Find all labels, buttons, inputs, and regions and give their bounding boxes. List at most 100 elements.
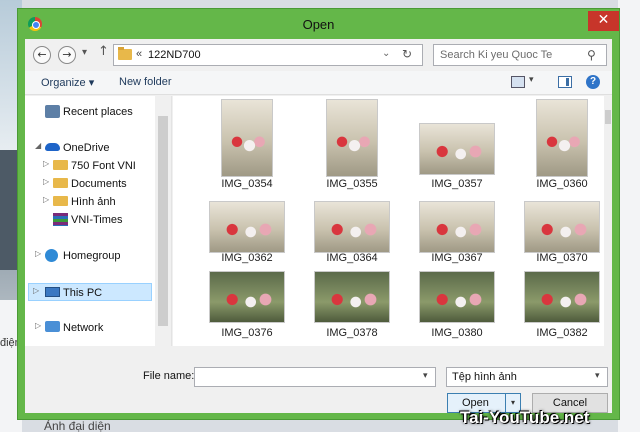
- expander[interactable]: ▷: [43, 159, 49, 168]
- nav-item-label: Documents: [71, 178, 127, 190]
- this-pc-icon: [45, 287, 60, 297]
- image-thumbnail: [419, 123, 495, 175]
- command-bar: Organize ▾ New folder ▾ ?: [25, 71, 612, 95]
- file-item[interactable]: IMG_0376: [197, 268, 297, 366]
- nav-item-onedrive[interactable]: ◢ OneDrive: [35, 139, 153, 157]
- nav-item-this-pc[interactable]: ▷ This PC: [28, 283, 152, 301]
- file-name: IMG_0380: [431, 327, 483, 339]
- expander[interactable]: ◢: [35, 141, 41, 150]
- title-bar[interactable]: Open ✕: [18, 9, 619, 39]
- nav-scrollbar[interactable]: [155, 96, 171, 346]
- nav-item-network[interactable]: ▷ Network: [35, 319, 153, 337]
- onedrive-icon: [45, 143, 60, 151]
- organize-button[interactable]: Organize ▾: [41, 76, 94, 89]
- nav-item-vni-times[interactable]: VNI-Times: [43, 211, 153, 229]
- folder-icon: [53, 196, 68, 206]
- back-button[interactable]: ←: [33, 46, 51, 64]
- file-name: IMG_0357: [431, 178, 483, 190]
- file-type-select[interactable]: Tệp hình ảnh ▾: [446, 367, 608, 387]
- nav-item-label: Hình ảnh: [71, 196, 116, 208]
- network-icon: [45, 321, 60, 332]
- help-icon[interactable]: ?: [586, 75, 600, 89]
- folder-icon: [53, 178, 68, 188]
- nav-item-label: Homegroup: [63, 250, 121, 262]
- file-item[interactable]: IMG_0380: [407, 268, 507, 366]
- file-name: IMG_0378: [326, 327, 378, 339]
- forward-button[interactable]: →: [58, 46, 76, 64]
- image-thumbnail: [524, 201, 600, 253]
- nav-item-recent-places[interactable]: Recent places: [35, 103, 153, 121]
- file-name-label: File name:: [143, 370, 195, 382]
- breadcrumb-path[interactable]: 122ND700: [148, 49, 201, 61]
- background-app-right: [618, 0, 640, 432]
- search-placeholder: Search Ki yeu Quoc Te: [440, 49, 553, 61]
- address-bar[interactable]: « 122ND700 ⌄ ↻: [113, 44, 423, 66]
- file-name: IMG_0382: [536, 327, 588, 339]
- file-item[interactable]: IMG_0382: [512, 268, 612, 366]
- recent-places-icon: [45, 105, 60, 118]
- image-thumbnail: [314, 201, 390, 253]
- folder-icon: [118, 47, 132, 60]
- image-thumbnail: [419, 271, 495, 323]
- nav-scrollbar-thumb[interactable]: [158, 116, 168, 326]
- address-dropdown[interactable]: ⌄: [382, 48, 390, 59]
- view-options-dropdown[interactable]: ▾: [529, 75, 534, 85]
- up-button[interactable]: ↑: [98, 44, 109, 59]
- preview-pane-icon[interactable]: [558, 76, 572, 88]
- file-item[interactable]: IMG_0378: [302, 268, 402, 366]
- file-name: IMG_0355: [326, 178, 378, 190]
- expander[interactable]: ▷: [33, 286, 39, 295]
- winrar-icon: [53, 213, 68, 226]
- change-view-icon[interactable]: [511, 76, 525, 88]
- navigation-pane: Recent places ◢ OneDrive ▷ 750 Font VNI …: [25, 96, 172, 346]
- file-name: IMG_0370: [536, 252, 588, 264]
- file-item[interactable]: IMG_0354: [197, 96, 297, 194]
- nav-item-label: This PC: [63, 287, 103, 299]
- file-type-value: Tệp hình ảnh: [452, 371, 517, 383]
- image-thumbnail: [221, 99, 273, 177]
- file-name: IMG_0367: [431, 252, 483, 264]
- file-name: IMG_0360: [536, 178, 588, 190]
- dialog-title: Open: [302, 17, 335, 32]
- image-thumbnail: [326, 99, 378, 177]
- nav-item-750-font-vni[interactable]: ▷ 750 Font VNI: [43, 157, 153, 175]
- file-item[interactable]: IMG_0357: [407, 96, 507, 194]
- nav-item-label: 750 Font VNI: [71, 160, 136, 172]
- background-caption: Ảnh đại diện: [44, 419, 111, 432]
- recent-locations-dropdown[interactable]: ▾: [82, 47, 87, 58]
- file-item[interactable]: IMG_0360: [512, 96, 612, 194]
- search-box[interactable]: Search Ki yeu Quoc Te ⚲: [433, 44, 607, 66]
- file-name: IMG_0362: [221, 252, 273, 264]
- image-thumbnail: [524, 271, 600, 323]
- new-folder-button[interactable]: New folder: [119, 76, 172, 88]
- nav-item-label: Recent places: [63, 106, 133, 118]
- nav-item-documents[interactable]: ▷ Documents: [43, 175, 153, 193]
- file-list-scrollbar-thumb[interactable]: [605, 110, 611, 124]
- expander[interactable]: ▷: [35, 249, 41, 258]
- close-button[interactable]: ✕: [588, 11, 619, 31]
- expander[interactable]: ▷: [43, 177, 49, 186]
- nav-item-homegroup[interactable]: ▷ Homegroup: [35, 247, 153, 265]
- homegroup-icon: [45, 249, 58, 262]
- file-list-scrollbar[interactable]: [604, 96, 612, 346]
- file-name-dropdown[interactable]: ▾: [423, 371, 428, 381]
- file-item[interactable]: IMG_0355: [302, 96, 402, 194]
- search-icon[interactable]: ⚲: [587, 48, 596, 62]
- nav-item-hinh-anh[interactable]: ▷ Hình ảnh: [43, 193, 153, 211]
- expander[interactable]: ▷: [43, 195, 49, 204]
- file-type-dropdown-icon[interactable]: ▾: [595, 371, 600, 381]
- file-name: IMG_0354: [221, 178, 273, 190]
- refresh-icon[interactable]: ↻: [402, 47, 412, 61]
- image-thumbnail: [209, 271, 285, 323]
- image-thumbnail: [536, 99, 588, 177]
- nav-item-label: OneDrive: [63, 142, 110, 154]
- breadcrumb-overflow[interactable]: «: [136, 48, 142, 60]
- expander[interactable]: ▷: [35, 321, 41, 330]
- image-thumbnail: [314, 271, 390, 323]
- file-name-input[interactable]: ▾: [194, 367, 436, 387]
- file-name: IMG_0364: [326, 252, 378, 264]
- nav-item-label: Network: [63, 322, 104, 334]
- folder-icon: [53, 160, 68, 170]
- file-list: IMG_0354 IMG_0355 IMG_0357 IMG_0360 IMG_0362…: [173, 96, 612, 346]
- image-thumbnail: [419, 201, 495, 253]
